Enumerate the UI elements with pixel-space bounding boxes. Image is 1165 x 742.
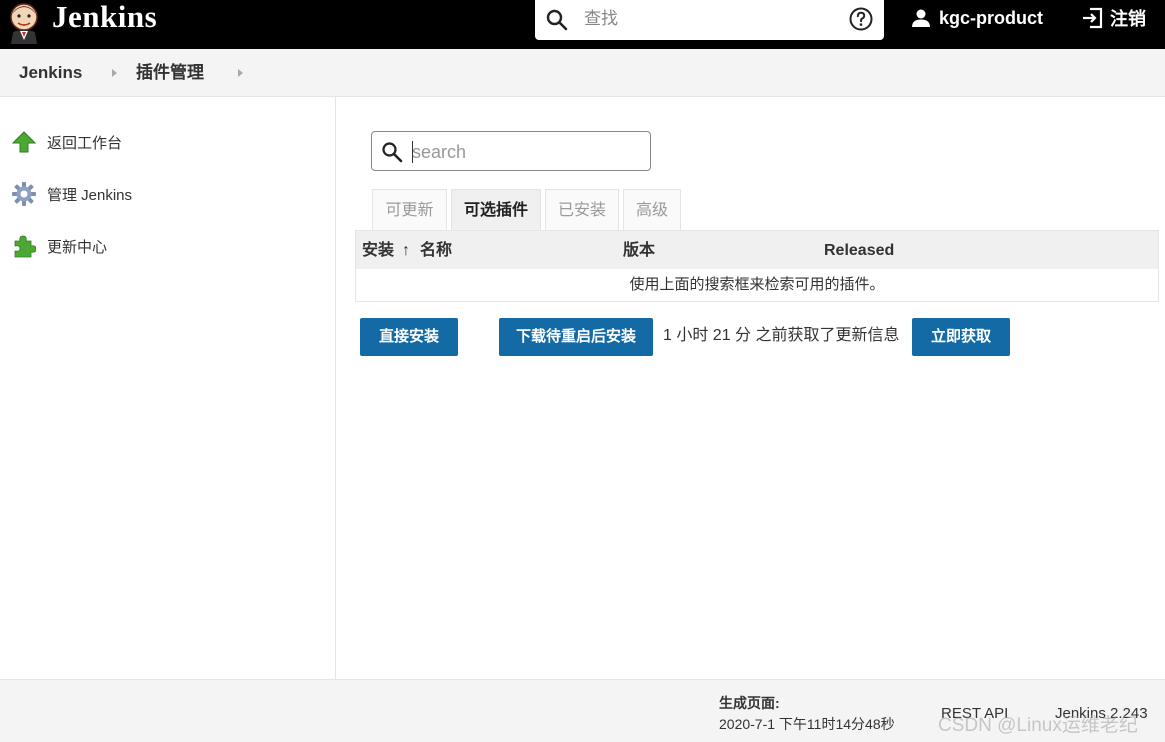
breadcrumb-chevron-icon[interactable] (112, 69, 117, 77)
sidebar-item-back-to-dashboard[interactable]: 返回工作台 (10, 129, 122, 155)
help-icon[interactable] (848, 6, 874, 32)
logout-icon (1083, 7, 1103, 29)
col-name-header[interactable]: 名称 (420, 241, 452, 261)
breadcrumb: Jenkins 插件管理 (0, 49, 1165, 97)
tab-installed[interactable]: 已安装 (545, 189, 619, 230)
sidebar-item-manage-jenkins[interactable]: 管理 Jenkins (10, 181, 132, 207)
tab-updates[interactable]: 可更新 (372, 189, 447, 230)
user-menu[interactable]: kgc-product (911, 5, 1043, 31)
up-arrow-icon (10, 129, 38, 155)
sidebar-item-update-center[interactable]: 更新中心 (10, 233, 107, 259)
download-restart-button[interactable]: 下载待重启后安装 (499, 318, 653, 356)
check-now-button[interactable]: 立即获取 (912, 318, 1010, 356)
install-now-button[interactable]: 直接安装 (360, 318, 458, 356)
text-cursor (412, 141, 413, 163)
jenkins-logo-icon[interactable] (4, 0, 44, 44)
watermark-text: CSDN @Linux运维老纪 (938, 715, 1138, 736)
sidebar-item-label: 更新中心 (47, 238, 108, 256)
col-version-header[interactable]: 版本 (623, 241, 655, 261)
page-generated-label: 生成页面: (719, 695, 780, 711)
table-empty-message: 使用上面的搜索框来检索可用的插件。 (629, 276, 885, 293)
breadcrumb-jenkins[interactable]: Jenkins (19, 62, 82, 84)
global-search-placeholder[interactable]: 查找 (584, 8, 618, 30)
search-icon (546, 9, 568, 31)
puzzle-icon (10, 233, 38, 259)
user-icon (912, 9, 930, 27)
col-install-header[interactable]: 安装 (362, 241, 394, 261)
breadcrumb-chevron-icon[interactable] (238, 69, 243, 77)
sidebar-item-label: 返回工作台 (47, 134, 123, 152)
update-info-text: 1 小时 21 分 之前获取了更新信息 (663, 327, 900, 344)
plugin-search-box[interactable] (371, 131, 651, 171)
logout-label: 注销 (1110, 9, 1146, 29)
gear-icon (10, 181, 38, 207)
plugin-table: 安装 ↑ 名称 版本 Released 使用上面的搜索框来检索可用的插件。 (355, 230, 1159, 302)
logout-link[interactable]: 注销 (1080, 5, 1146, 31)
brand-title[interactable]: Jenkins (52, 0, 157, 36)
tab-advanced[interactable]: 高级 (623, 189, 681, 230)
sidebar: 返回工作台 管理 Jenkins 更新中心 (0, 97, 336, 679)
username-label: kgc-product (939, 7, 1044, 28)
plugin-search-input[interactable] (412, 140, 632, 164)
table-header: 安装 ↑ 名称 版本 Released (356, 231, 1158, 269)
page-generated-time: 2020-7-1 下午11时14分48秒 (719, 716, 895, 732)
tab-available[interactable]: 可选插件 (451, 189, 541, 230)
breadcrumb-plugin-manager[interactable]: 插件管理 (136, 62, 204, 84)
sort-arrow-icon[interactable]: ↑ (402, 241, 410, 261)
search-icon (382, 142, 403, 163)
sidebar-item-label: 管理 Jenkins (47, 186, 133, 204)
col-released-header[interactable]: Released (824, 241, 894, 261)
global-search[interactable]: 查找 (535, 0, 884, 40)
top-header: Jenkins 查找 kgc-product 注销 (0, 0, 1165, 49)
